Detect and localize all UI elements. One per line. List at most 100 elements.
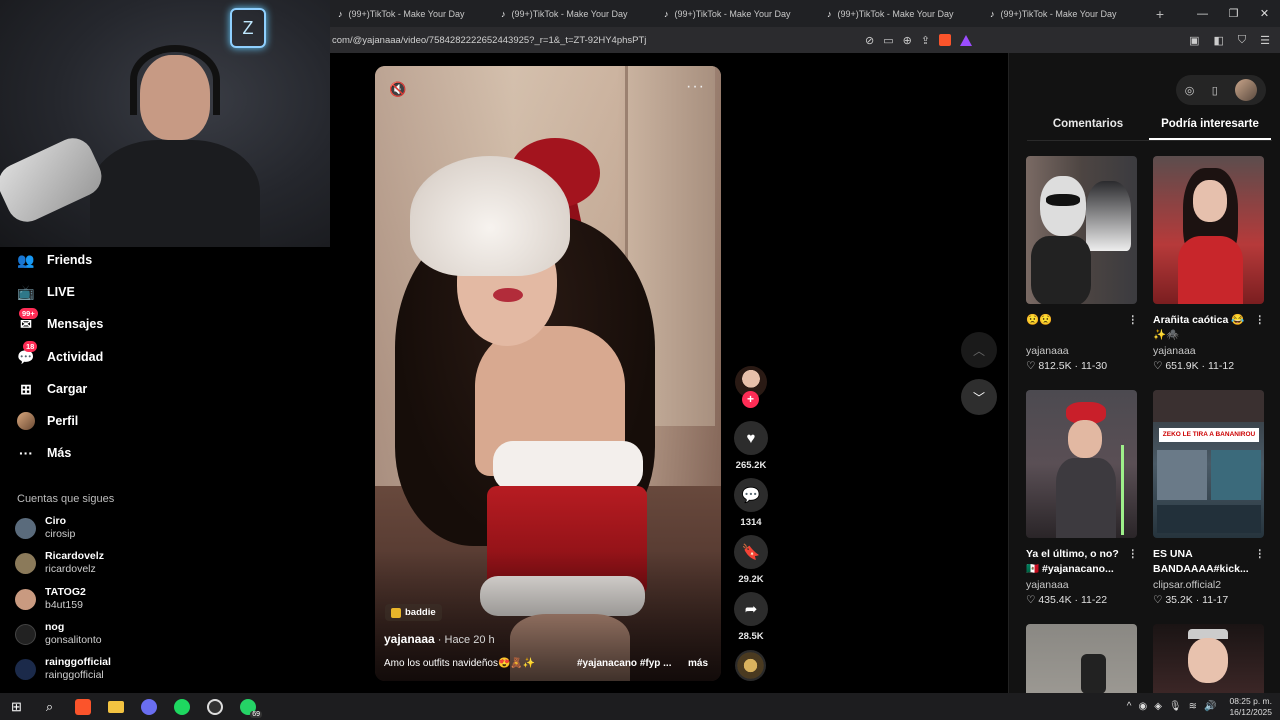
sidebar-item-label: Perfil	[47, 414, 79, 428]
avatar	[15, 588, 36, 610]
cast-icon[interactable]: ▭	[883, 34, 893, 47]
video-thumbnail[interactable]	[1153, 156, 1264, 304]
video-card[interactable]: 😟😟 ⋮ yajanaaa ♡ 812.5K · 11-30	[1026, 156, 1138, 372]
no-tracking-icon[interactable]: ⊘	[865, 34, 874, 47]
card-menu-icon[interactable]: ⋮	[1255, 313, 1266, 328]
follow-button[interactable]: +	[742, 391, 759, 408]
video-thumbnail[interactable]	[1153, 624, 1264, 693]
extensions-icon[interactable]: ▣	[1189, 34, 1199, 47]
new-tab-button[interactable]: +	[1145, 6, 1175, 22]
minimize-icon[interactable]: —	[1187, 8, 1218, 20]
following-account[interactable]: rainggofficial rainggofficial	[15, 656, 111, 682]
tab-comments[interactable]: Comentarios	[1027, 116, 1149, 140]
brave-browser-icon[interactable]	[66, 693, 99, 720]
browser-tab[interactable]: ♪ (99+)TikTok - Make Your Day	[493, 0, 656, 27]
sidebar-item-upload[interactable]: ⊞ Cargar	[17, 377, 87, 401]
following-account[interactable]: Ricardovelz ricardovelz	[15, 550, 104, 576]
video-tag[interactable]: baddie	[385, 604, 442, 621]
menu-icon[interactable]: ☰	[1260, 34, 1270, 47]
comment-icon[interactable]: 💬	[734, 478, 768, 512]
video-card[interactable]: Ya el último, o no? 🇲🇽 #yajanacano... ⋮ y…	[1026, 390, 1138, 606]
card-menu-icon[interactable]: ⋮	[1128, 313, 1139, 328]
tab-title: (99+)TikTok - Make Your Day	[511, 8, 628, 19]
previous-video-button[interactable]: ︿	[961, 332, 997, 368]
obs-icon[interactable]	[198, 693, 231, 720]
restore-icon[interactable]: ❐	[1218, 7, 1249, 20]
search-icon[interactable]: ⌕	[33, 693, 66, 720]
heart-icon[interactable]: ♥	[734, 421, 768, 455]
following-account[interactable]: TATOG2 b4ut159	[15, 586, 86, 612]
whatsapp-icon[interactable]: 69	[231, 693, 264, 720]
card-author[interactable]: clipsar.official2	[1153, 579, 1265, 591]
card-menu-icon[interactable]: ⋮	[1128, 547, 1139, 562]
video-author[interactable]: yajanaaa	[384, 632, 435, 646]
sidebar-item-activity[interactable]: 💬 18 Actividad	[17, 341, 104, 369]
sidebar-item-more[interactable]: ··· Más	[17, 441, 71, 465]
card-author[interactable]: yajanaaa	[1026, 345, 1138, 357]
video-card[interactable]: ZEKO LE TIRA A BANANIROU ES UNA BANDAAAA…	[1153, 390, 1265, 606]
share-arrow-icon[interactable]: ➦	[734, 592, 768, 626]
brave-shield-icon[interactable]	[939, 34, 952, 46]
clock[interactable]: 08:25 p. m. 16/12/2025	[1229, 696, 1272, 718]
sidebar-item-profile[interactable]: Perfil	[17, 409, 78, 433]
avatar	[15, 623, 36, 645]
network-tray-icon[interactable]: ◈	[1154, 701, 1162, 712]
video-thumbnail[interactable]	[1026, 390, 1137, 538]
video-card[interactable]	[1153, 624, 1265, 693]
clock-date: 16/12/2025	[1229, 706, 1272, 717]
wifi-icon[interactable]: ≋	[1189, 701, 1197, 712]
sidebar-item-friends[interactable]: 👥 Friends	[17, 248, 92, 272]
browser-tab[interactable]: ♪ (99+)TikTok - Make Your Day	[819, 0, 982, 27]
user-avatar[interactable]	[1235, 79, 1258, 101]
card-menu-icon[interactable]: ⋮	[1255, 547, 1266, 562]
compass-icon[interactable]: ◎	[1185, 84, 1195, 97]
mic-icon[interactable]: 🎙	[1169, 701, 1182, 712]
browser-tab[interactable]: ♪ (99+)TikTok - Make Your Day	[982, 0, 1145, 27]
more-options-icon[interactable]: ···	[686, 78, 705, 96]
next-video-button[interactable]: ﹀	[961, 379, 997, 415]
file-explorer-icon[interactable]	[99, 693, 132, 720]
caption-more-link[interactable]: más	[688, 658, 708, 669]
steam-icon[interactable]: ◉	[1138, 701, 1147, 712]
music-disc[interactable]	[735, 650, 766, 681]
bookmark-icon[interactable]: 🔖	[734, 535, 768, 569]
video-player[interactable]: 🔇 ··· baddie yajanaaa · Hace 20 h Amo lo…	[375, 66, 721, 681]
account-name: Ciro	[45, 515, 66, 527]
card-meta: ♡ 435.4K · 11-22	[1026, 594, 1108, 606]
close-icon[interactable]: ✕	[1249, 7, 1280, 20]
vpn-icon[interactable]: ⛉	[1238, 34, 1246, 47]
video-caption: Amo los outfits navideños😍🧸✨ #yajanacano…	[384, 658, 714, 669]
brave-rewards-icon[interactable]	[960, 34, 973, 46]
video-time: · Hace 20 h	[434, 634, 495, 646]
video-thumbnail[interactable]	[1026, 624, 1137, 693]
mute-icon[interactable]: 🔇	[389, 81, 406, 98]
chevron-up-icon[interactable]: ^	[1127, 701, 1132, 712]
caption-hashtags[interactable]: #yajanacano #fyp ...	[577, 658, 682, 669]
sidebar-item-live[interactable]: 📺 LIVE	[17, 280, 75, 304]
browser-tab[interactable]: ♪ (99+)TikTok - Make Your Day	[656, 0, 819, 27]
sidebar-item-messages[interactable]: ✉ 99+ Mensajes	[17, 308, 103, 336]
card-author[interactable]: yajanaaa	[1153, 345, 1265, 357]
tab-recommended[interactable]: Podría interesarte	[1149, 116, 1271, 140]
sidebar-item-label: Actividad	[47, 350, 104, 364]
url-input[interactable]: com/@yajanaaa/video/7584282222652443925?…	[330, 35, 860, 46]
share-icon[interactable]: ⇪	[921, 34, 930, 47]
video-thumbnail[interactable]	[1026, 156, 1137, 304]
share-count: 28.5K	[738, 631, 764, 642]
discord-icon[interactable]	[132, 693, 165, 720]
card-meta: ♡ 812.5K · 11-30	[1026, 360, 1108, 372]
video-card[interactable]	[1026, 624, 1138, 693]
following-account[interactable]: Ciro cirosip	[15, 515, 75, 541]
card-author[interactable]: yajanaaa	[1026, 579, 1138, 591]
santa-hat	[410, 156, 570, 276]
spotify-icon[interactable]	[165, 693, 198, 720]
browser-tab[interactable]: ♪ (99+)TikTok - Make Your Day	[330, 0, 493, 27]
volume-icon[interactable]: 🔊	[1204, 701, 1216, 712]
zoom-icon[interactable]: ⊕	[903, 34, 912, 47]
following-account[interactable]: nog gonsalitonto	[15, 621, 102, 647]
video-thumbnail[interactable]: ZEKO LE TIRA A BANANIROU	[1153, 390, 1264, 538]
phone-icon[interactable]: ▯	[1212, 84, 1218, 97]
windows-start-icon[interactable]: ⊞	[0, 693, 33, 720]
video-card[interactable]: Arañita caótica 😂✨🕷️ ⋮ yajanaaa ♡ 651.9K …	[1153, 156, 1265, 372]
sidebar-icon[interactable]: ◧	[1213, 34, 1223, 47]
